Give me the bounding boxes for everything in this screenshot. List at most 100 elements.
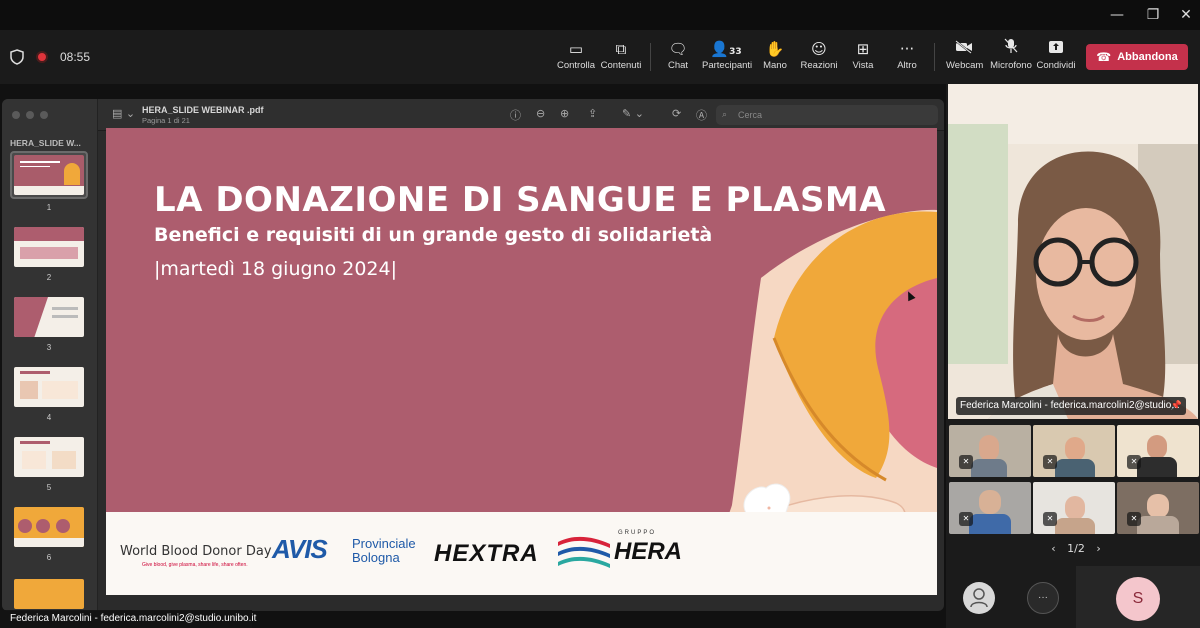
- reazioni-button[interactable]: ☺ Reazioni: [800, 38, 838, 78]
- info-icon[interactable]: ⓘ: [510, 107, 521, 123]
- partecipanti-label: Partecipanti: [702, 60, 753, 71]
- pin-icon[interactable]: 📌: [1171, 397, 1182, 415]
- meeting-toolbar: 08:55 ▭ Controlla ⧉ Contenuti 🗨 Chat 👤33…: [0, 30, 1200, 84]
- participant-tile[interactable]: ✕: [1033, 482, 1115, 534]
- toolbar-divider: [650, 43, 651, 71]
- shared-screen: HERA_SLIDE W... 1 2 3 4 5 6 ▤ ⌄ HERA_SLI…: [0, 84, 946, 628]
- sidebar-title: HERA_SLIDE W...: [10, 138, 81, 148]
- mano-label: Mano: [763, 60, 787, 71]
- close-button[interactable]: ✕: [1166, 0, 1200, 30]
- presenter-name-label: Federica Marcolini - federica.marcolini2…: [0, 610, 256, 628]
- page-info: Pagina 1 di 21: [142, 116, 190, 125]
- preview-toolbar: ▤ ⌄ HERA_SLIDE WEBINAR .pdf Pagina 1 di …: [98, 99, 944, 131]
- window-title-bar: — ❐ ✕: [0, 0, 1200, 30]
- window-zoom-dot[interactable]: [40, 111, 48, 119]
- search-icon: ⌕: [722, 110, 728, 120]
- markup-pen-icon[interactable]: ✎ ⌄: [622, 107, 644, 120]
- participant-tile[interactable]: ✕: [1033, 425, 1115, 477]
- present-screen-icon: ▭: [568, 40, 584, 58]
- microfono-button[interactable]: Microfono: [990, 38, 1032, 78]
- chat-icon: 🗨: [668, 40, 688, 58]
- thumbnail-page-5[interactable]: [14, 437, 84, 477]
- thumbnail-page-4[interactable]: [14, 367, 84, 407]
- controlla-button[interactable]: ▭ Controlla: [556, 38, 596, 78]
- speaker-video-frame: [948, 84, 1198, 419]
- thumbnail-page-3[interactable]: [14, 297, 84, 337]
- mic-off-icon: ✕: [1043, 455, 1057, 469]
- mano-button[interactable]: ✋ Mano: [760, 38, 790, 78]
- webcam-button[interactable]: Webcam: [946, 38, 983, 78]
- meeting-timer: 08:55: [60, 50, 91, 64]
- thumbnail-number: 6: [46, 553, 52, 562]
- thumbnail-number: 2: [46, 273, 52, 282]
- people-icon: 👤33: [710, 40, 742, 58]
- mic-off-icon: ✕: [1127, 455, 1141, 469]
- participant-tile[interactable]: ✕: [1117, 425, 1199, 477]
- controlla-label: Controlla: [556, 60, 596, 71]
- mic-off-icon: [990, 38, 1032, 60]
- share-icon[interactable]: ⇪: [588, 107, 597, 120]
- leave-label: Abbandona: [1117, 51, 1178, 63]
- mic-off-icon: ✕: [959, 455, 973, 469]
- gallery-pager: ‹ 1/2 ›: [1046, 542, 1106, 555]
- rotate-icon[interactable]: ⟳: [672, 107, 681, 120]
- toolbar-divider: [934, 43, 935, 71]
- more-participants-button[interactable]: ···: [1027, 582, 1059, 614]
- logo-strip: World Blood Donor Day Give blood, give p…: [106, 512, 937, 595]
- altro-label: Altro: [897, 60, 917, 71]
- reazioni-label: Reazioni: [800, 60, 838, 71]
- leave-button[interactable]: ☎ Abbandona: [1086, 44, 1188, 70]
- thumbnail-number: 1: [46, 203, 52, 212]
- window-close-dot[interactable]: [12, 111, 20, 119]
- contenuti-button[interactable]: ⧉ Contenuti: [600, 38, 642, 78]
- camera-off-icon: [946, 38, 982, 60]
- main-speaker-video[interactable]: Federica Marcolini - federica.marcolini2…: [948, 84, 1198, 419]
- thumbnail-number: 4: [46, 413, 52, 422]
- more-icon: ···: [899, 40, 915, 58]
- altro-button[interactable]: ··· Altro: [892, 38, 922, 78]
- raise-hand-icon: ✋: [765, 40, 785, 58]
- contenuti-label: Contenuti: [600, 60, 642, 71]
- pager-prev-button[interactable]: ‹: [1051, 542, 1055, 555]
- thumbnail-number: 5: [46, 483, 52, 492]
- thumbnail-page-6[interactable]: [14, 507, 84, 547]
- condividi-label: Condividi: [1036, 60, 1076, 71]
- grid-view-icon: ⊞: [856, 40, 870, 58]
- chat-button[interactable]: 🗨 Chat: [664, 38, 692, 78]
- participant-tile[interactable]: ✕: [949, 425, 1031, 477]
- thumbnail-page-1[interactable]: [14, 155, 84, 195]
- window-minimize-dot[interactable]: [26, 111, 34, 119]
- speaker-name-label: Federica Marcolini - federica.marcolini2…: [956, 397, 1186, 415]
- vista-button[interactable]: ⊞ Vista: [848, 38, 878, 78]
- microfono-label: Microfono: [990, 60, 1032, 71]
- vista-label: Vista: [852, 60, 874, 71]
- thumbnail-page-2[interactable]: [14, 227, 84, 267]
- annotate-icon[interactable]: Ⓐ: [696, 107, 707, 123]
- world-blood-donor-day-logo: World Blood Donor Day Give blood, give p…: [120, 544, 272, 568]
- pager-next-button[interactable]: ›: [1096, 542, 1100, 555]
- avis-logo: AVIS: [272, 534, 328, 564]
- sidebar-toggle-icon[interactable]: ▤ ⌄: [112, 107, 135, 120]
- hextra-logo: HEXTRA: [434, 540, 539, 567]
- condividi-button[interactable]: Condividi: [1036, 38, 1076, 78]
- document-title: HERA_SLIDE WEBINAR .pdf: [142, 105, 264, 115]
- share-icon: [1036, 38, 1076, 60]
- thumbnail-number: 3: [46, 343, 52, 352]
- shield-icon: [10, 49, 24, 65]
- preview-sidebar: HERA_SLIDE W... 1 2 3 4 5 6: [2, 99, 98, 611]
- search-placeholder: Cerca: [738, 110, 763, 120]
- zoom-out-icon[interactable]: ⊖: [536, 107, 545, 120]
- participants-panel: Federica Marcolini - federica.marcolini2…: [946, 84, 1200, 628]
- participant-tile[interactable]: ✕: [1117, 482, 1199, 534]
- search-field[interactable]: ⌕ Cerca: [716, 105, 938, 125]
- minimize-button[interactable]: —: [1097, 0, 1137, 30]
- partecipanti-button[interactable]: 👤33 Partecipanti: [702, 38, 753, 78]
- person-avatar-icon[interactable]: [963, 582, 995, 614]
- mic-off-icon: ✕: [1043, 512, 1057, 526]
- recording-indicator-icon: [36, 51, 48, 63]
- thumbnail-page-7[interactable]: [14, 579, 84, 609]
- participant-tile[interactable]: ✕: [949, 482, 1031, 534]
- self-avatar: S: [1116, 577, 1160, 621]
- chat-label: Chat: [667, 60, 689, 71]
- zoom-in-icon[interactable]: ⊕: [560, 107, 569, 120]
